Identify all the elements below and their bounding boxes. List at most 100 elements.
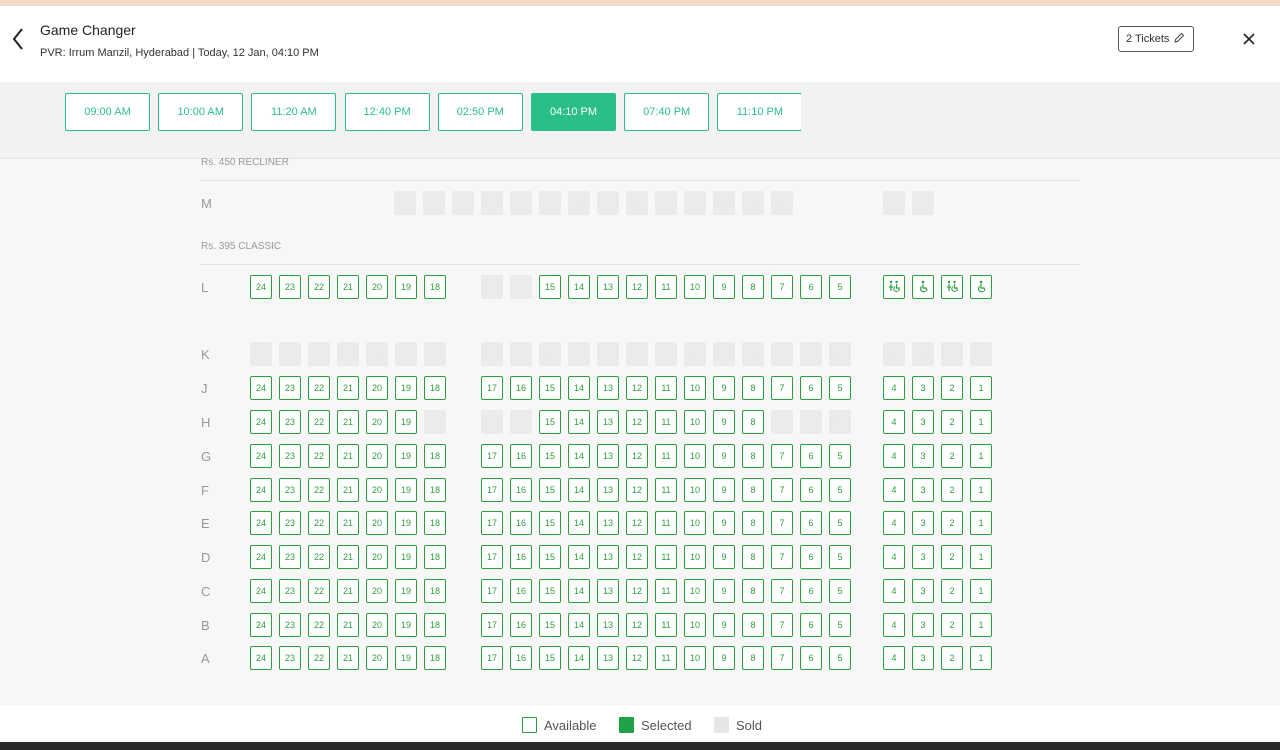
seat-F10[interactable]: 10 [684, 478, 706, 502]
seat-E17[interactable]: 17 [481, 511, 503, 535]
seat-L8[interactable]: 8 [742, 275, 764, 299]
seat-A7[interactable]: 7 [771, 646, 793, 670]
close-button[interactable] [1242, 32, 1256, 46]
showtime-button[interactable]: 11:10 PM [717, 93, 801, 131]
seat-A15[interactable]: 15 [539, 646, 561, 670]
showtime-button[interactable]: 12:40 PM [344, 93, 430, 131]
seat-F9[interactable]: 9 [713, 478, 735, 502]
seat-G24[interactable]: 24 [250, 444, 272, 468]
seat-G11[interactable]: 11 [655, 444, 677, 468]
seat-H21[interactable]: 21 [337, 410, 359, 434]
seat-C19[interactable]: 19 [395, 579, 417, 603]
seat-A18[interactable]: 18 [424, 646, 446, 670]
seat-H24[interactable]: 24 [250, 410, 272, 434]
seat-F19[interactable]: 19 [395, 478, 417, 502]
seat-L20[interactable]: 20 [366, 275, 388, 299]
seat-A5[interactable]: 5 [829, 646, 851, 670]
seat-F5[interactable]: 5 [829, 478, 851, 502]
seat-C14[interactable]: 14 [568, 579, 590, 603]
seat-C4[interactable]: 4 [883, 579, 905, 603]
seat-L14[interactable]: 14 [568, 275, 590, 299]
seat-F21[interactable]: 21 [337, 478, 359, 502]
seat-F8[interactable]: 8 [742, 478, 764, 502]
seat-C7[interactable]: 7 [771, 579, 793, 603]
seat-J22[interactable]: 22 [308, 376, 330, 400]
seat-G23[interactable]: 23 [279, 444, 301, 468]
seat-B5[interactable]: 5 [829, 613, 851, 637]
seat-D10[interactable]: 10 [684, 545, 706, 569]
seat-F4[interactable]: 4 [883, 478, 905, 502]
seat-L5[interactable]: 5 [829, 275, 851, 299]
seat-B15[interactable]: 15 [539, 613, 561, 637]
seat-J12[interactable]: 12 [626, 376, 648, 400]
seat-J7[interactable]: 7 [771, 376, 793, 400]
seat-D19[interactable]: 19 [395, 545, 417, 569]
seat-C3[interactable]: 3 [912, 579, 934, 603]
seat-G3[interactable]: 3 [912, 444, 934, 468]
seat-J3[interactable]: 3 [912, 376, 934, 400]
seat-J21[interactable]: 21 [337, 376, 359, 400]
seat-F22[interactable]: 22 [308, 478, 330, 502]
seat-G2[interactable]: 2 [941, 444, 963, 468]
seat-A2[interactable]: 2 [941, 646, 963, 670]
seat-E10[interactable]: 10 [684, 511, 706, 535]
seat-B23[interactable]: 23 [279, 613, 301, 637]
seat-E22[interactable]: 22 [308, 511, 330, 535]
seat-E23[interactable]: 23 [279, 511, 301, 535]
seat-E16[interactable]: 16 [510, 511, 532, 535]
seat-C24[interactable]: 24 [250, 579, 272, 603]
seat-C17[interactable]: 17 [481, 579, 503, 603]
companion-seat[interactable] [941, 275, 963, 299]
seat-F23[interactable]: 23 [279, 478, 301, 502]
seat-G4[interactable]: 4 [883, 444, 905, 468]
seat-F13[interactable]: 13 [597, 478, 619, 502]
seat-B12[interactable]: 12 [626, 613, 648, 637]
seat-J15[interactable]: 15 [539, 376, 561, 400]
seat-F20[interactable]: 20 [366, 478, 388, 502]
seat-J5[interactable]: 5 [829, 376, 851, 400]
seat-F3[interactable]: 3 [912, 478, 934, 502]
seat-B14[interactable]: 14 [568, 613, 590, 637]
seat-H15[interactable]: 15 [539, 410, 561, 434]
seat-D20[interactable]: 20 [366, 545, 388, 569]
seat-E14[interactable]: 14 [568, 511, 590, 535]
seat-H20[interactable]: 20 [366, 410, 388, 434]
seat-L6[interactable]: 6 [800, 275, 822, 299]
seat-J17[interactable]: 17 [481, 376, 503, 400]
seat-C1[interactable]: 1 [970, 579, 992, 603]
seat-L11[interactable]: 11 [655, 275, 677, 299]
seat-H12[interactable]: 12 [626, 410, 648, 434]
seat-H23[interactable]: 23 [279, 410, 301, 434]
seat-L15[interactable]: 15 [539, 275, 561, 299]
seat-H3[interactable]: 3 [912, 410, 934, 434]
seat-B4[interactable]: 4 [883, 613, 905, 637]
seat-B3[interactable]: 3 [912, 613, 934, 637]
seat-G13[interactable]: 13 [597, 444, 619, 468]
seat-B19[interactable]: 19 [395, 613, 417, 637]
seat-J8[interactable]: 8 [742, 376, 764, 400]
seat-L24[interactable]: 24 [250, 275, 272, 299]
seat-L23[interactable]: 23 [279, 275, 301, 299]
seat-E13[interactable]: 13 [597, 511, 619, 535]
seat-B8[interactable]: 8 [742, 613, 764, 637]
seat-E3[interactable]: 3 [912, 511, 934, 535]
seat-A20[interactable]: 20 [366, 646, 388, 670]
seat-H10[interactable]: 10 [684, 410, 706, 434]
seat-L19[interactable]: 19 [395, 275, 417, 299]
seat-D5[interactable]: 5 [829, 545, 851, 569]
seat-D1[interactable]: 1 [970, 545, 992, 569]
seat-B7[interactable]: 7 [771, 613, 793, 637]
companion-seat[interactable] [883, 275, 905, 299]
seat-L21[interactable]: 21 [337, 275, 359, 299]
seat-D17[interactable]: 17 [481, 545, 503, 569]
seat-F12[interactable]: 12 [626, 478, 648, 502]
seat-E20[interactable]: 20 [366, 511, 388, 535]
seat-A4[interactable]: 4 [883, 646, 905, 670]
seat-L22[interactable]: 22 [308, 275, 330, 299]
seat-E5[interactable]: 5 [829, 511, 851, 535]
seat-J18[interactable]: 18 [424, 376, 446, 400]
seat-H19[interactable]: 19 [395, 410, 417, 434]
seat-D14[interactable]: 14 [568, 545, 590, 569]
seat-F16[interactable]: 16 [510, 478, 532, 502]
seat-G17[interactable]: 17 [481, 444, 503, 468]
